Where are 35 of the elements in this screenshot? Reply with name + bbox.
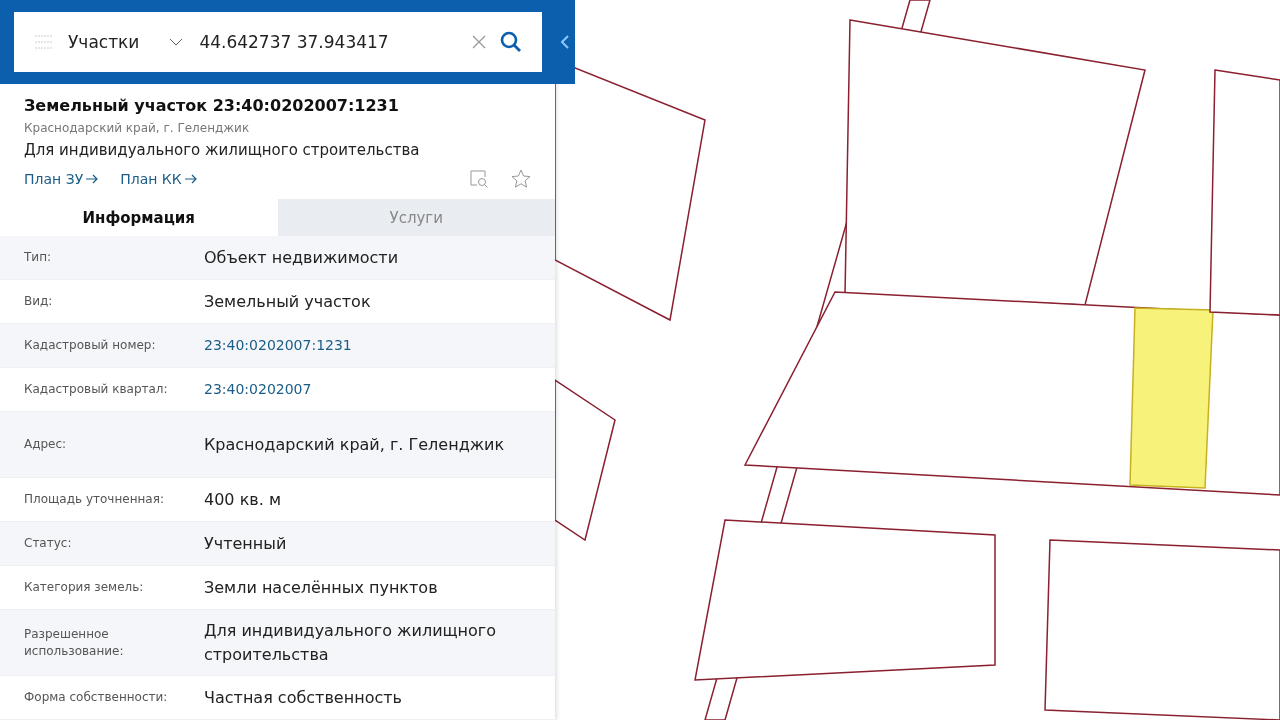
field-label: Тип: (24, 249, 53, 266)
field-label: Кадастровый номер: (24, 337, 157, 354)
field-value: Земли населённых пунктов (204, 576, 439, 599)
search-icon[interactable] (500, 31, 522, 53)
field-value: Земельный участок (204, 290, 372, 313)
caret-icon[interactable] (169, 38, 184, 46)
parcel-title: Земельный участок 23:40:0202007:1231 (24, 96, 400, 115)
search-field[interactable]: Участки 44.642737 37.943417 (14, 12, 542, 72)
field-link[interactable]: 23:40:0202007 (204, 379, 531, 400)
field-label: Форма собственности: (24, 689, 169, 706)
field-label: Разрешенное использование: (24, 625, 125, 660)
field-value: Объект недвижимости (204, 246, 400, 269)
plan-link[interactable]: План КК (120, 171, 197, 187)
parcel-region: Краснодарский край, г. Геленджик (24, 121, 251, 135)
field-label: Вид: (24, 293, 54, 310)
field-label: Адрес: (24, 436, 68, 453)
field-label: Площадь уточненная: (24, 491, 165, 508)
arrow-icon (86, 174, 99, 184)
arrow-icon (184, 174, 197, 184)
field-value: Учтенный (204, 532, 288, 555)
field-value: 400 кв. м (204, 488, 282, 511)
chevron-icon[interactable] (561, 35, 569, 49)
field-label: Статус: (24, 535, 73, 552)
field-value: Краснодарский край, г. Геленджик (204, 433, 506, 456)
field-value: Частная собственность (204, 686, 403, 709)
star-icon[interactable] (511, 169, 531, 189)
parcel-purpose: Для индивидуального жилищного строительства (24, 141, 421, 159)
field-label: Категория земель: (24, 579, 145, 596)
field-value: Для индивидуального жилищного строительства (204, 619, 498, 666)
field-link[interactable]: 23:40:0202007:1231 (204, 335, 531, 356)
layer-select[interactable]: Участки (68, 32, 140, 52)
close-icon[interactable] (472, 35, 486, 49)
map-search-icon[interactable] (469, 169, 489, 189)
plan-link[interactable]: План ЗУ (24, 171, 99, 187)
field-label: Кадастровый квартал: (24, 381, 169, 398)
